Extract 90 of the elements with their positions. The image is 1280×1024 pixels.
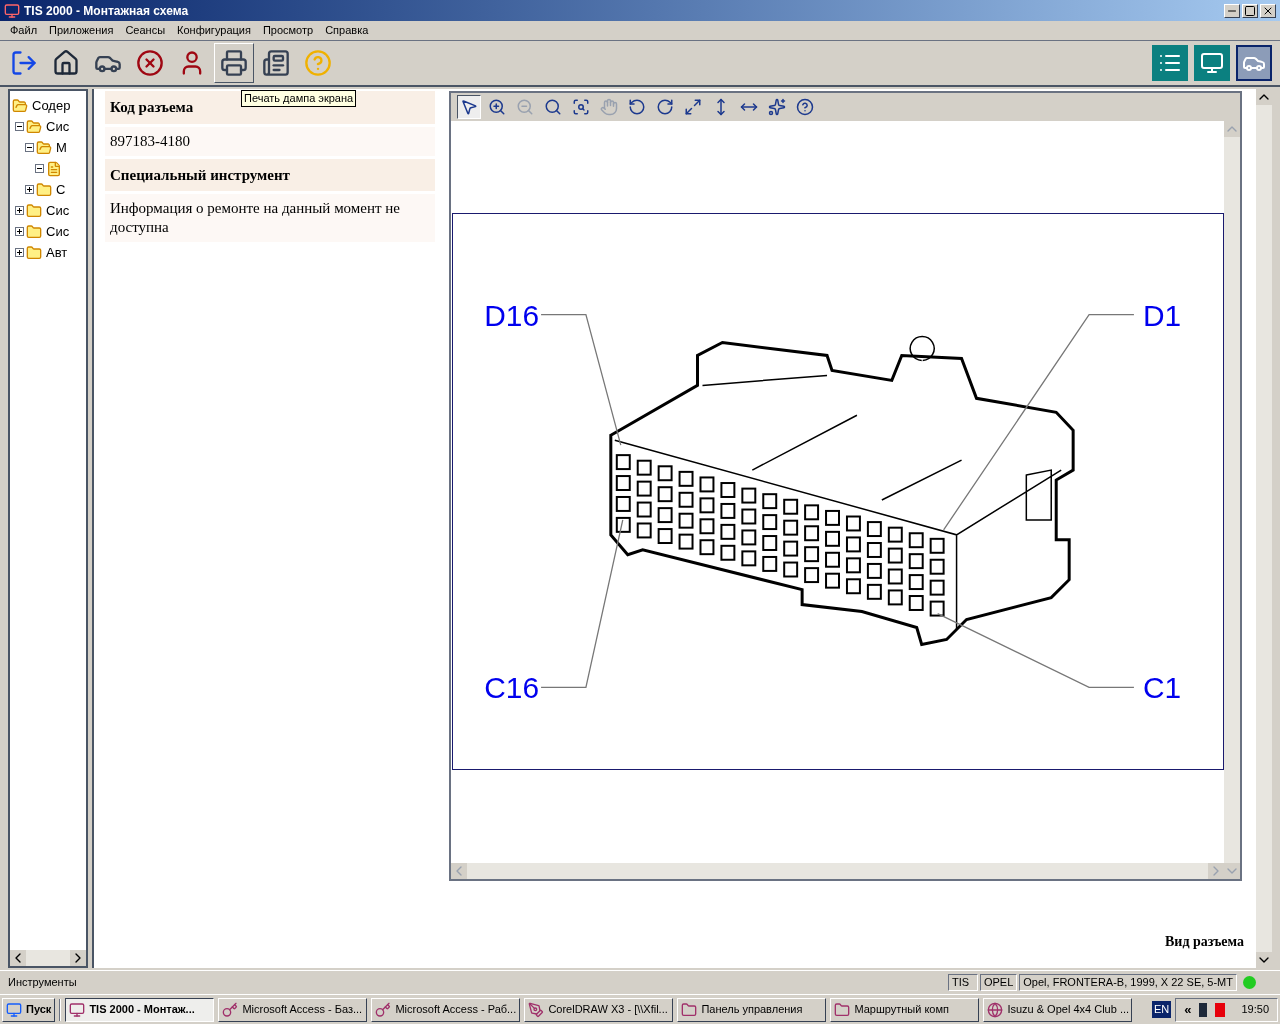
collapse-toggle[interactable]: [35, 164, 44, 173]
taskbar-button[interactable]: Isuzu & Opel 4x4 Club ...: [983, 997, 1133, 1022]
horizontal-scrollbar[interactable]: [10, 950, 86, 966]
rotate-left-icon: [628, 98, 646, 116]
collapse-toggle[interactable]: [15, 122, 24, 131]
tree-item[interactable]: Сис: [46, 116, 70, 137]
help-icon: [304, 49, 332, 77]
pin-label: C16: [484, 671, 540, 705]
expand-toggle[interactable]: [15, 206, 24, 215]
vertical-scrollbar[interactable]: [1256, 89, 1272, 968]
taskbar-button[interactable]: TIS 2000 - Монтаж...: [65, 997, 215, 1022]
exit-icon: [10, 49, 38, 77]
pan-icon: [600, 98, 618, 116]
menu-item[interactable]: Просмотр: [256, 22, 320, 39]
folder-icon: [26, 244, 42, 261]
zoom-area-icon: [572, 98, 590, 116]
status-field: Opel, FRONTERA-B, 1999, X 22 SE, 5-MT: [1019, 974, 1237, 991]
taskbar-button[interactable]: Панель управления: [677, 997, 827, 1022]
tree-item[interactable]: Авт: [46, 242, 68, 263]
folder-icon: [36, 181, 52, 198]
status-field: OPEL: [979, 974, 1018, 991]
tree-item[interactable]: Содер: [32, 95, 71, 116]
expand-toggle[interactable]: [15, 248, 24, 257]
stop-icon: [136, 49, 164, 77]
section-text: Информация о ремонте на данный момент не доступна: [105, 194, 435, 242]
tray-toggle[interactable]: «: [1184, 999, 1192, 1020]
pin-label: D16: [484, 298, 540, 332]
folder-icon: [681, 1001, 698, 1018]
zoom-in-icon: [488, 98, 506, 116]
scroll-right-icon[interactable]: [70, 950, 86, 966]
car-app-button[interactable]: [1236, 45, 1272, 81]
list-app-button[interactable]: [1152, 45, 1188, 81]
status-text: Инструменты: [7, 975, 78, 991]
app-icon: [4, 2, 20, 19]
highlight-icon: [768, 98, 786, 116]
pin-label: C1: [1142, 671, 1182, 705]
lift-app-button[interactable]: [1194, 45, 1230, 81]
scroll-down-icon[interactable]: [1256, 952, 1272, 968]
maximize-icon: [1244, 4, 1256, 17]
section-header: Специальный инструмент: [105, 158, 435, 191]
document-icon: [46, 160, 62, 177]
taskbar-button[interactable]: Microsoft Access - Баз...: [218, 997, 368, 1022]
menu-item[interactable]: Приложения: [43, 22, 120, 39]
home-icon: [52, 49, 80, 77]
section-text: 897183-4180: [105, 126, 435, 156]
caption: Вид разъема: [1165, 933, 1244, 951]
select-tool-button[interactable]: [457, 95, 481, 119]
print-icon: [220, 49, 248, 77]
folder-icon: [12, 97, 28, 114]
close-button[interactable]: [1260, 3, 1276, 18]
scroll-up-icon[interactable]: [1256, 89, 1272, 105]
clock: 19:50: [1240, 1002, 1269, 1018]
tray-antivirus-icon[interactable]: [1215, 1002, 1226, 1017]
menu-item[interactable]: Сеансы: [119, 22, 172, 39]
tree-item[interactable]: Сис: [46, 221, 70, 242]
taskbar-button[interactable]: Microsoft Access - Раб...: [371, 997, 521, 1022]
folder-icon: [834, 1001, 851, 1018]
tray-app-icon[interactable]: [1199, 1002, 1208, 1017]
rotate-right-icon: [656, 98, 674, 116]
pin-label: D1: [1142, 298, 1182, 332]
minimize-button[interactable]: [1224, 3, 1240, 18]
folder-icon: [26, 118, 42, 135]
news-icon: [262, 49, 290, 77]
tree-item[interactable]: С: [56, 179, 66, 200]
menu-item[interactable]: Конфигурация: [171, 22, 257, 39]
scroll-left-icon[interactable]: [10, 950, 26, 966]
expand-toggle[interactable]: [25, 185, 34, 194]
collapse-toggle[interactable]: [25, 143, 34, 152]
zoom-out-icon: [516, 98, 534, 116]
menu-item[interactable]: Справка: [319, 22, 375, 39]
expand-toggle[interactable]: [15, 227, 24, 236]
folder-icon: [26, 223, 42, 240]
print-button[interactable]: [214, 43, 254, 83]
folder-icon: [36, 139, 52, 156]
maximize-button[interactable]: [1242, 3, 1258, 18]
start-button[interactable]: Пуск: [2, 997, 56, 1022]
folder-icon: [26, 202, 42, 219]
window-title: TIS 2000 - Монтажная схема: [24, 2, 189, 20]
menu-item[interactable]: Файл: [4, 22, 44, 39]
tree-item[interactable]: М: [56, 137, 67, 158]
tooltip: Печать дампа экрана: [241, 90, 357, 107]
select-icon: [460, 98, 478, 116]
taskbar-button[interactable]: CorelDRAW X3 - [\\Xfil...: [524, 997, 674, 1022]
help-icon: [796, 98, 814, 116]
taskbar-button[interactable]: Маршрутный комп: [830, 997, 980, 1022]
status-field: TIS: [947, 974, 978, 991]
zoom-icon: [544, 98, 562, 116]
tree-item[interactable]: Сис: [46, 200, 70, 221]
language-indicator[interactable]: EN: [1151, 1001, 1172, 1018]
fit-icon: [684, 98, 702, 116]
